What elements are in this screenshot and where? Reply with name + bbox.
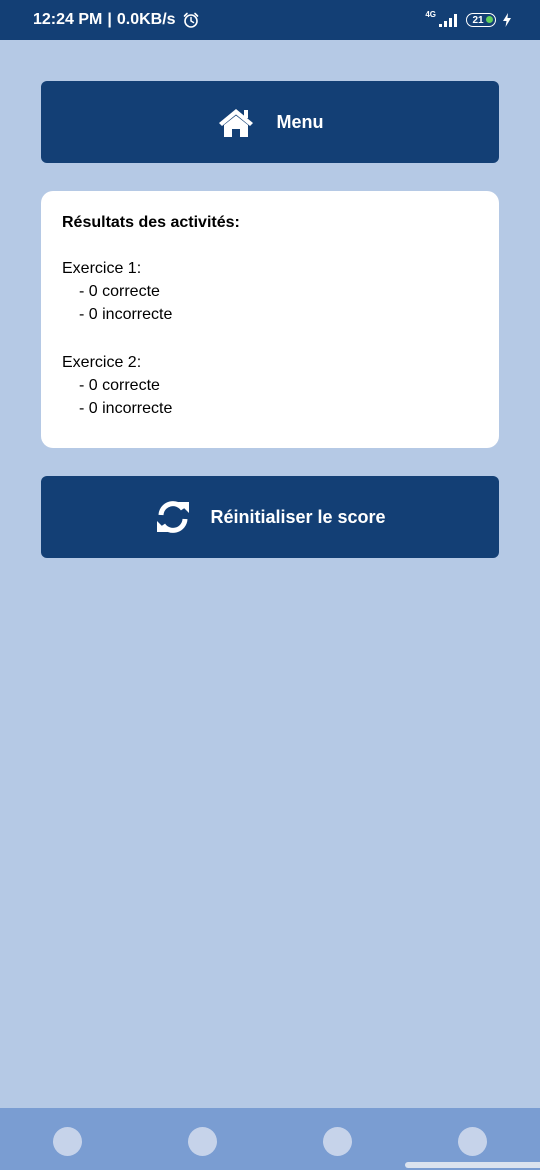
network-type: 4G (425, 10, 436, 19)
exercise-title: Exercice 1: (62, 260, 142, 277)
exercise-incorrect: - 0 incorrecte (79, 306, 173, 323)
status-speed: 0.0KB/s (116, 11, 176, 28)
exercise-block: Exercice 2: - 0 correcte - 0 incorrecte (62, 351, 478, 420)
home-indicator[interactable] (405, 1162, 540, 1168)
refresh-icon (154, 498, 192, 536)
status-time: 12:24 PM (33, 11, 103, 28)
signal-icon (438, 13, 460, 27)
exercise-title: Exercice 2: (62, 354, 142, 371)
status-separator: | (107, 11, 112, 28)
bottom-nav-bar (0, 1108, 540, 1170)
exercise-correct: - 0 correcte (79, 283, 160, 300)
exercise-block: Exercice 1: - 0 correcte - 0 incorrecte (62, 257, 478, 326)
exercise-correct: - 0 correcte (79, 377, 160, 394)
results-card: Résultats des activités: Exercice 1: - 0… (41, 191, 499, 448)
nav-button-1[interactable] (53, 1127, 82, 1156)
menu-button[interactable]: Menu (41, 81, 499, 163)
menu-button-label: Menu (276, 111, 324, 132)
reset-score-button[interactable]: Réinitialiser le score (41, 476, 499, 558)
charging-icon (502, 13, 512, 27)
battery-icon: 21 (466, 13, 496, 27)
battery-level: 21 (472, 14, 484, 26)
status-bar: 12:24 PM | 0.0KB/s 4G 21 (0, 0, 540, 40)
alarm-icon (182, 11, 200, 29)
results-title: Résultats des activités: (62, 214, 240, 231)
nav-button-3[interactable] (323, 1127, 352, 1156)
exercise-incorrect: - 0 incorrecte (79, 400, 173, 417)
status-right: 4G 21 (425, 0, 512, 40)
nav-button-4[interactable] (458, 1127, 487, 1156)
nav-button-2[interactable] (188, 1127, 217, 1156)
reset-button-label: Réinitialiser le score (210, 506, 386, 527)
status-left: 12:24 PM | 0.0KB/s (33, 0, 200, 40)
home-icon (217, 106, 255, 138)
